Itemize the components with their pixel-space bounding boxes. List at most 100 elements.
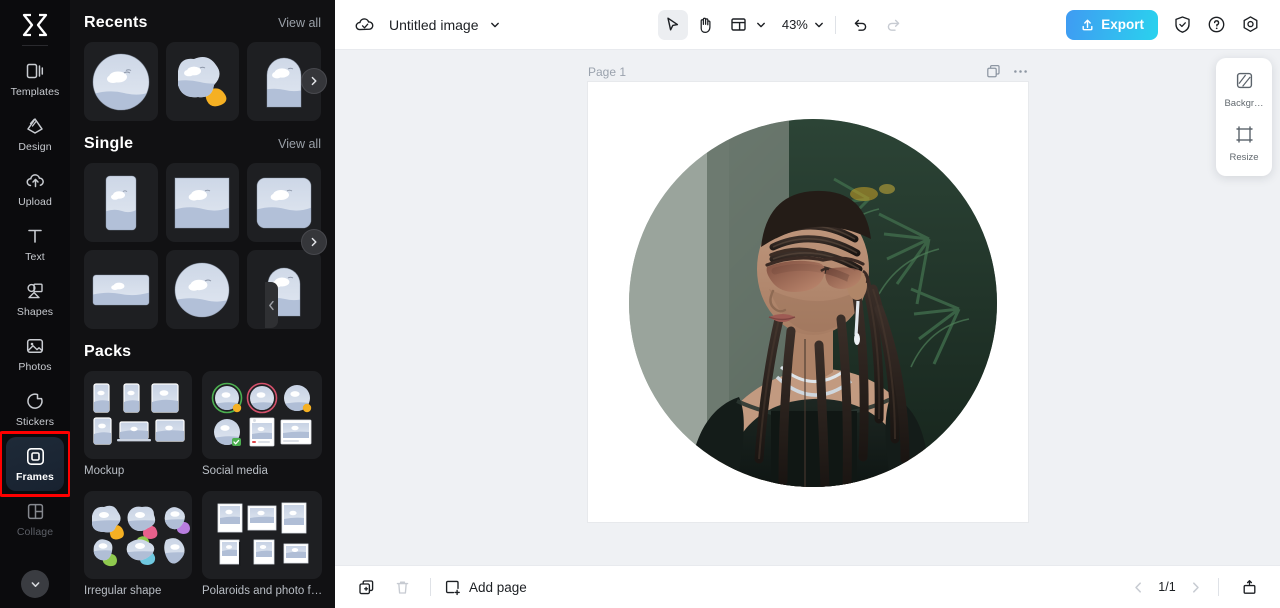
pack-label: Polaroids and photo f…: [202, 585, 323, 597]
pack-item-irregular-shape[interactable]: Irregular shape: [84, 491, 192, 597]
canvas-area[interactable]: Page 1 Backgr… Resize: [335, 50, 1280, 565]
sidebar-item-label: Collage: [16, 526, 54, 538]
sidebar-item-shapes[interactable]: Shapes: [6, 272, 64, 326]
pack-item-polaroids[interactable]: Polaroids and photo f…: [202, 491, 323, 597]
page-actions: [986, 64, 1028, 79]
canvas-side-panel: Backgr… Resize: [1216, 58, 1272, 176]
toolbar-tools-group: 43%: [657, 9, 909, 40]
undo-button[interactable]: [846, 10, 876, 40]
sidebar-item-label: Stickers: [15, 416, 55, 428]
zoom-level-value[interactable]: 43%: [780, 17, 810, 32]
frame-thumb-square[interactable]: [165, 163, 240, 242]
rail-divider: [22, 45, 48, 46]
zoom-chevron-down-icon[interactable]: [813, 19, 825, 31]
canvas-photo-frame[interactable]: [629, 119, 997, 487]
sidebar-item-upload[interactable]: Upload: [6, 162, 64, 216]
stickers-icon: [24, 390, 46, 412]
resize-icon: [1235, 125, 1254, 149]
capcut-logo-icon[interactable]: [15, 8, 55, 42]
help-icon[interactable]: [1202, 10, 1232, 40]
settings-icon[interactable]: [1236, 10, 1266, 40]
redo-icon: [888, 19, 900, 31]
text-icon: [24, 225, 46, 247]
section-header-recents: Recents View all: [84, 0, 321, 42]
layout-chevron-down-icon[interactable]: [755, 19, 767, 31]
design-icon: [24, 115, 46, 137]
main-area: Untitled image 43% Export Page 1 Backgr……: [335, 0, 1280, 608]
sidebar-item-label: Photos: [18, 361, 52, 373]
frame-thumb-portrait[interactable]: [84, 163, 158, 242]
frame-thumb-arch-2[interactable]: [247, 250, 321, 329]
add-page-button[interactable]: Add page: [444, 579, 527, 596]
bottom-divider: [430, 578, 431, 596]
layout-tool-button[interactable]: [724, 10, 754, 40]
pack-thumb-polaroids[interactable]: [202, 491, 323, 579]
frames-icon: [24, 445, 46, 467]
sidebar-item-text[interactable]: Text: [6, 217, 64, 271]
document-title[interactable]: Untitled image: [389, 17, 479, 33]
sidebar-item-photos[interactable]: Photos: [6, 327, 64, 381]
chevron-right-icon: [311, 76, 317, 86]
frame-thumb-circle[interactable]: [84, 42, 158, 121]
templates-icon: [24, 60, 46, 82]
frame-thumb-landscape[interactable]: [84, 250, 158, 329]
pack-label: Mockup: [84, 465, 125, 477]
panel-collapse-handle[interactable]: [265, 282, 278, 328]
select-tool-button[interactable]: [657, 9, 688, 40]
export-button[interactable]: Export: [1066, 9, 1158, 40]
upload-icon: [1082, 19, 1093, 31]
duplicate-page-button[interactable]: [351, 572, 381, 602]
title-chevron-down-icon[interactable]: [489, 19, 501, 31]
toolbar-left-group: Untitled image: [349, 10, 501, 40]
pack-thumb-social-media[interactable]: [202, 371, 323, 459]
collage-icon: [24, 500, 46, 522]
pack-item-mockup[interactable]: Mockup: [84, 371, 192, 477]
sidebar-item-design[interactable]: Design: [6, 107, 64, 161]
more-options-icon[interactable]: [1013, 69, 1028, 74]
rail-expand-button[interactable]: [21, 570, 49, 598]
sidebar-item-stickers[interactable]: Stickers: [6, 382, 64, 436]
app-root: Templates Design Upload Text Shapes Phot…: [0, 0, 1280, 608]
present-button[interactable]: [1234, 572, 1264, 602]
present-icon: [1243, 579, 1255, 594]
prev-page-button[interactable]: [1131, 580, 1146, 595]
section-title: Packs: [84, 343, 132, 360]
chevron-down-icon: [31, 581, 39, 587]
top-toolbar: Untitled image 43% Export: [335, 0, 1280, 50]
canvas-page[interactable]: [588, 82, 1028, 522]
view-all-recents[interactable]: View all: [278, 16, 321, 30]
pack-thumb-mockup[interactable]: [84, 371, 192, 459]
sidebar-item-frames[interactable]: Frames: [0, 431, 70, 497]
pack-thumb-irregular-shape[interactable]: [84, 491, 192, 579]
shapes-icon: [24, 280, 46, 302]
page-nav-group: 1/1: [1131, 572, 1264, 602]
duplicate-page-icon[interactable]: [986, 64, 1001, 79]
recents-next-button[interactable]: [301, 68, 327, 94]
pack-label: Social media: [202, 465, 268, 477]
upload-cloud-icon: [24, 170, 46, 192]
sidebar-item-templates[interactable]: Templates: [6, 52, 64, 106]
frames-panel: Recents View all Single View all Packs M…: [70, 0, 335, 608]
resize-button[interactable]: Resize: [1219, 120, 1269, 168]
single-grid: [84, 163, 327, 329]
bottom-divider-2: [1218, 578, 1219, 596]
frame-thumb-circle-2[interactable]: [165, 250, 240, 329]
frame-thumb-irregular[interactable]: [165, 42, 240, 121]
toolbar-divider: [834, 15, 836, 34]
delete-page-button[interactable]: [387, 572, 417, 602]
export-label: Export: [1101, 17, 1144, 32]
pack-label: Irregular shape: [84, 585, 162, 597]
background-button[interactable]: Backgr…: [1219, 66, 1269, 114]
cloud-save-icon[interactable]: [349, 10, 379, 40]
shield-icon[interactable]: [1168, 10, 1198, 40]
single-next-button[interactable]: [301, 229, 327, 255]
sidebar-item-collage[interactable]: Collage: [6, 492, 64, 546]
pack-item-social-media[interactable]: Social media: [202, 371, 323, 477]
view-all-single[interactable]: View all: [278, 137, 321, 151]
redo-button[interactable]: [879, 10, 909, 40]
cursor-icon: [667, 17, 679, 31]
hand-tool-button[interactable]: [691, 10, 721, 40]
add-page-icon: [445, 580, 460, 595]
trash-icon: [396, 581, 408, 594]
next-page-button[interactable]: [1188, 580, 1203, 595]
